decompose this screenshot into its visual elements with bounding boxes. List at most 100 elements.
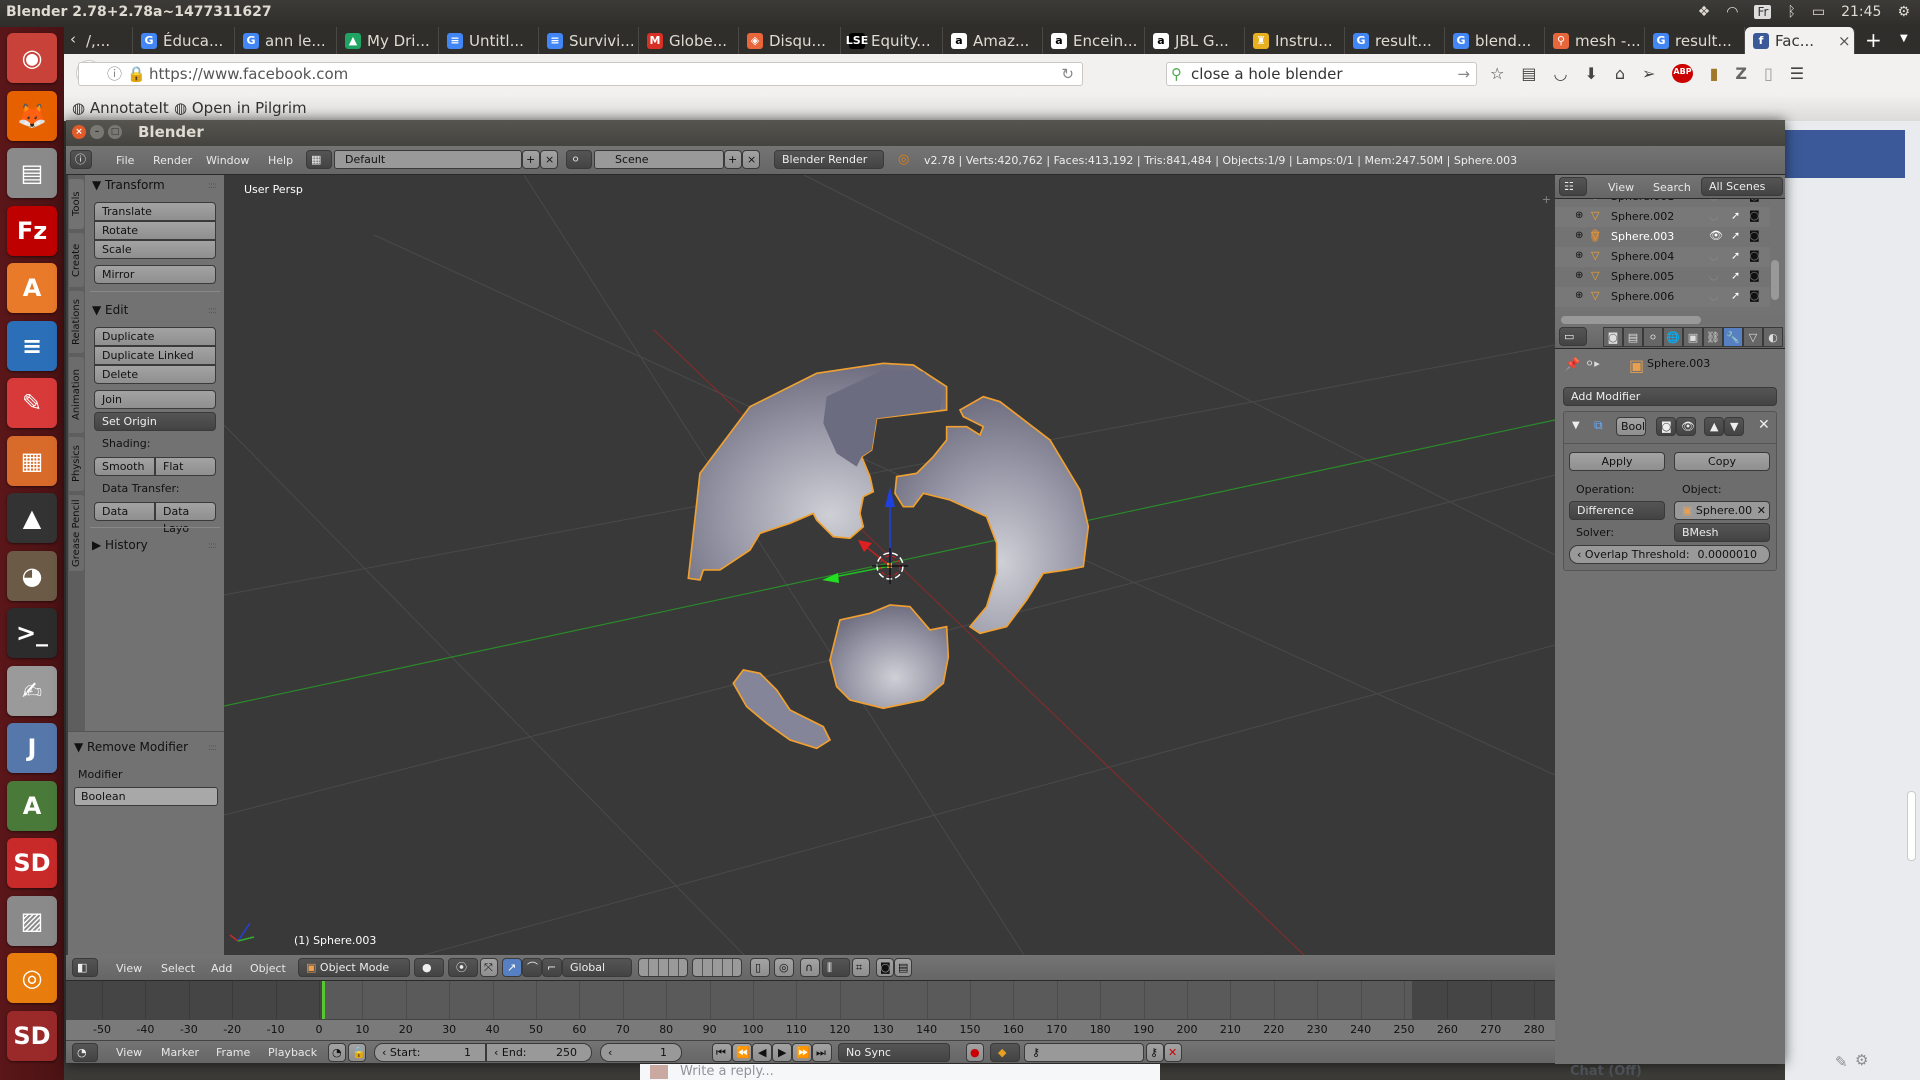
transform-panel-header[interactable]: ▼ Transform — [92, 178, 165, 192]
outliner-list[interactable]: ⊕ ▽ Sphere.001 ◡ ➚ ◙ ⊕ ▽ Sphere.002 ◡ ➚ ◙ ⊕ ▽ Sphere.0… — [1555, 199, 1785, 315]
visibility-eye-icon[interactable]: ◡ — [1709, 269, 1719, 282]
book-icon[interactable]: ▮ — [1710, 64, 1719, 83]
launcher-java[interactable]: J — [7, 723, 57, 773]
visibility-eye-icon[interactable]: ◡ — [1709, 289, 1719, 302]
renderable-camera-icon[interactable]: ◙ — [1749, 249, 1760, 262]
opengl-render-button[interactable]: ◙ — [876, 958, 894, 977]
editor-type-timeline-button[interactable]: ◔ — [72, 1043, 98, 1062]
duplicate-linked-button[interactable]: Duplicate Linked — [94, 346, 216, 365]
data-layout-button[interactable]: Data Layo — [155, 502, 216, 535]
launcher-inkscape[interactable]: ▲ — [7, 493, 57, 543]
launcher-gimp[interactable]: ◕ — [7, 550, 57, 601]
set-origin-dropdown[interactable]: Set Origin — [94, 412, 216, 431]
scale-manipulator-button[interactable]: ⌐ — [542, 958, 562, 977]
adblock-icon[interactable]: ABP — [1672, 64, 1693, 83]
browser-tab[interactable]: ♜ Instru... — [1245, 27, 1345, 54]
outliner-display-mode-dropdown[interactable]: All Scenes — [1701, 177, 1783, 196]
renderable-camera-icon[interactable]: ◙ — [1749, 199, 1760, 202]
auto-keying-button[interactable]: ● — [966, 1043, 984, 1062]
bluetooth-icon[interactable]: ᛒ — [1787, 4, 1795, 20]
toolshelf-tab-relations[interactable]: Relations — [69, 291, 84, 353]
launcher-ubuntu-dash[interactable]: ◉ — [7, 33, 57, 83]
layout-add-button[interactable]: + — [522, 150, 540, 169]
visibility-eye-icon[interactable]: ◡ — [1709, 199, 1719, 202]
browser-tab[interactable]: LSE Equity... — [841, 27, 943, 54]
clear-object-icon[interactable]: ✕ — [1757, 502, 1766, 519]
apply-modifier-button[interactable]: Apply — [1569, 452, 1665, 471]
menu-help[interactable]: Help — [268, 154, 293, 167]
browser-tab[interactable]: ≡ Survivi... — [539, 27, 639, 54]
timeline-area[interactable]: -50 -40 -30 -20 -10 0 10 20 30 40 50 60 70 80 90 100 110… — [66, 981, 1555, 1041]
selectable-cursor-icon[interactable]: ➚ — [1731, 289, 1740, 302]
browser-tab[interactable]: ⚲ mesh -... — [1545, 27, 1645, 54]
outliner-row[interactable]: ⊕ ▽ Sphere.006 ◡ ➚ ◙ — [1555, 287, 1770, 307]
expand-icon[interactable]: ⊕ — [1575, 210, 1583, 221]
render-layers-icon[interactable]: ▤ — [1623, 327, 1643, 347]
lock-range-button[interactable]: 🔒 — [348, 1043, 366, 1062]
launcher-software-updater[interactable]: A — [7, 780, 57, 831]
reading-list-icon[interactable]: ▤ — [1521, 64, 1536, 83]
search-go-icon[interactable]: → — [1457, 63, 1470, 85]
delete-keyframe-button[interactable]: ✕ — [1164, 1043, 1182, 1062]
timeline-menu-playback[interactable]: Playback — [268, 1046, 317, 1059]
url-bar[interactable]: ⓘ 🔒 https://www.facebook.com ↻ — [78, 62, 1083, 86]
preview-range-button[interactable]: ◔ — [328, 1043, 346, 1062]
constraints-icon[interactable]: ⛓ — [1703, 327, 1723, 347]
selectable-cursor-icon[interactable]: ➚ — [1731, 209, 1740, 222]
pivot-point-dropdown[interactable]: ⦿ — [448, 958, 478, 977]
menu-file[interactable]: File — [116, 154, 134, 167]
shade-flat-button[interactable]: Flat — [155, 457, 216, 476]
insert-keyframe-button[interactable]: ⚷ — [1146, 1043, 1164, 1062]
layout-selector[interactable]: Default — [334, 150, 522, 169]
menu-icon[interactable]: ☰ — [1790, 64, 1804, 83]
menu-render[interactable]: Render — [153, 154, 192, 167]
lock-camera-button[interactable]: ▯ — [750, 958, 770, 977]
launcher-filezilla[interactable]: Fz — [7, 205, 57, 256]
scale-button[interactable]: Scale — [94, 240, 216, 259]
reload-icon[interactable]: ↻ — [1061, 63, 1074, 85]
object-name[interactable]: Sphere.003 — [1611, 230, 1674, 243]
world-icon[interactable]: 🌐 — [1663, 327, 1683, 347]
rotate-button[interactable]: Rotate — [94, 221, 216, 240]
url-text[interactable]: https://www.facebook.com — [149, 65, 348, 83]
mode-dropdown[interactable]: ▣ Object Mode — [298, 958, 410, 977]
keying-set-field[interactable]: ⚷ — [1024, 1043, 1144, 1062]
panel-grip-icon[interactable]: :::: — [208, 306, 217, 316]
outliner-row[interactable]: ⊕ ▽ Sphere.002 ◡ ➚ ◙ — [1555, 207, 1770, 227]
download-icon[interactable]: ⬇ — [1584, 64, 1597, 83]
overlap-threshold-field[interactable]: ‹ Overlap Threshold: 0.0000010 — [1569, 545, 1770, 564]
selectable-cursor-icon[interactable]: ➚ — [1731, 249, 1740, 262]
launcher-files[interactable]: ▤ — [7, 148, 57, 198]
visibility-eye-icon[interactable]: ◡ — [1709, 249, 1719, 262]
launcher-firefox[interactable]: 🦊 — [7, 90, 57, 141]
panel-grip-icon[interactable]: :::: — [208, 743, 217, 753]
scene-type-button[interactable]: ⚪ — [566, 150, 592, 169]
modifier-name-field[interactable]: Bool — [1616, 417, 1646, 436]
browser-tab[interactable]: a JBL G... — [1145, 27, 1245, 54]
operation-dropdown[interactable]: Difference — [1569, 501, 1665, 520]
timeline-menu-marker[interactable]: Marker — [161, 1046, 199, 1059]
rotate-manipulator-button[interactable]: ⌒ — [522, 958, 542, 977]
editor-type-outliner-button[interactable]: ☷ — [1559, 177, 1587, 196]
expand-icon[interactable]: ⊕ — [1575, 270, 1583, 281]
menu-select[interactable]: Select — [161, 962, 195, 975]
show-render-toggle[interactable]: ◙ — [1656, 417, 1676, 436]
reply-input[interactable]: Write a reply... — [680, 1064, 774, 1079]
prev-keyframe-button[interactable]: ⏪ — [732, 1043, 752, 1062]
toolshelf-tab-animation[interactable]: Animation — [69, 357, 84, 433]
play-button[interactable]: ▶ — [772, 1043, 792, 1062]
play-reverse-button[interactable]: ◀ — [752, 1043, 772, 1062]
send-icon[interactable]: ➢ — [1642, 64, 1655, 83]
gear-icon[interactable]: ⚙ — [1897, 4, 1910, 20]
toolshelf-tab-create[interactable]: Create — [69, 233, 84, 287]
menu-view[interactable]: View — [116, 962, 142, 975]
translate-button[interactable]: Translate — [94, 202, 216, 221]
launcher-terminal[interactable]: >_ — [7, 608, 57, 658]
outliner-menu-search[interactable]: Search — [1653, 181, 1691, 194]
object-name[interactable]: Sphere.002 — [1611, 210, 1674, 223]
launcher-software-center[interactable]: A — [7, 263, 57, 313]
delete-button[interactable]: Delete — [94, 365, 216, 384]
translate-manipulator-button[interactable]: ↗ — [502, 958, 522, 977]
panel-grip-icon[interactable]: :::: — [208, 541, 217, 551]
browser-tab[interactable]: Gblend... — [1445, 27, 1545, 54]
